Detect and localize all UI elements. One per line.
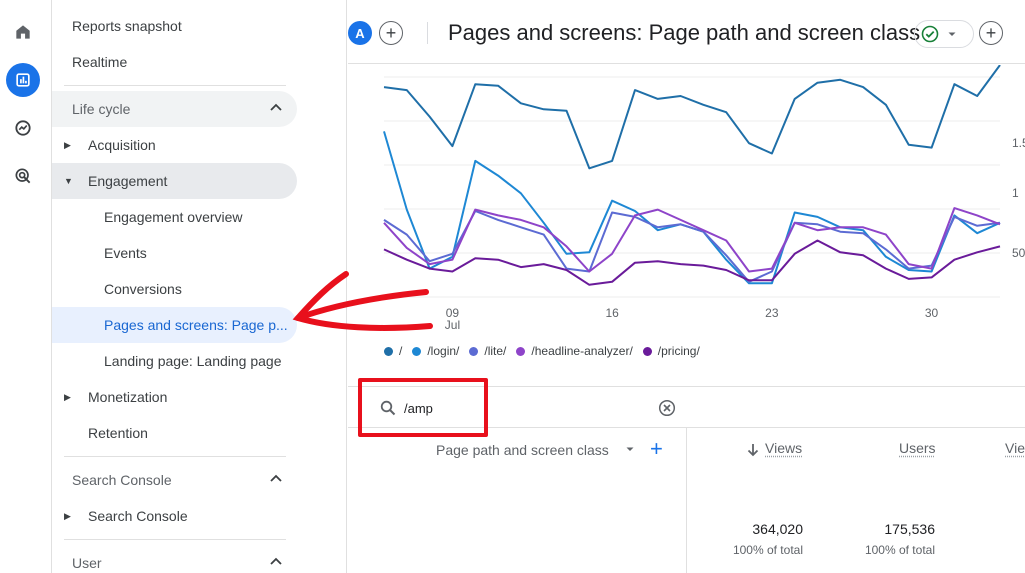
- legend-dot: [516, 347, 525, 356]
- nav-landing-page[interactable]: Landing page: Landing page: [52, 343, 297, 379]
- caret-right-icon: ▶: [64, 392, 71, 403]
- line-chart: 09162330Jul1.5150: [348, 65, 1025, 385]
- nav-engagement[interactable]: ▼ Engagement: [52, 163, 297, 199]
- nav-events[interactable]: Events: [52, 235, 297, 271]
- legend-label: /headline-analyzer/: [531, 344, 632, 358]
- nav-pages-and-screens[interactable]: Pages and screens: Page p...: [52, 307, 297, 343]
- y-tick-label: 50: [1012, 246, 1025, 260]
- section-user-title: User: [72, 555, 102, 571]
- series-line-3: [384, 208, 1000, 271]
- legend-label: /lite/: [484, 344, 506, 358]
- section-search-console[interactable]: Search Console: [52, 462, 297, 498]
- add-comparison-button[interactable]: +: [379, 21, 403, 45]
- nav-monetization-label: Monetization: [88, 389, 167, 405]
- data-quality-chip[interactable]: [914, 20, 974, 48]
- x-tick-label: 23: [765, 306, 779, 320]
- users-column-header[interactable]: Users: [899, 440, 936, 456]
- dropdown-arrow-icon: [947, 29, 957, 39]
- series-line-1: [384, 131, 1000, 283]
- dimension-column-header[interactable]: Page path and screen class: [436, 442, 609, 458]
- views-total-percent: 100% of total: [703, 543, 803, 557]
- nav-conversions[interactable]: Conversions: [52, 271, 297, 307]
- nav-divider: [64, 539, 286, 540]
- data-table: Page path and screen class + Views Users…: [348, 428, 1025, 573]
- check-circle-icon: [921, 25, 939, 43]
- nav-reports-snapshot[interactable]: Reports snapshot: [52, 8, 297, 44]
- section-lifecycle-title: Life cycle: [72, 101, 130, 117]
- chart-legend: / /login/ /lite/ /headline-analyzer/ /pr…: [384, 344, 700, 358]
- chevron-up-icon: [269, 472, 283, 486]
- x-month-label: Jul: [445, 318, 460, 332]
- nav-acquisition-label: Acquisition: [88, 137, 156, 153]
- section-lifecycle[interactable]: Life cycle: [52, 91, 297, 127]
- legend-item[interactable]: /headline-analyzer/: [516, 344, 632, 358]
- section-search-console-title: Search Console: [72, 472, 172, 488]
- chevron-up-icon: [269, 555, 283, 569]
- nav-search-console[interactable]: ▶ Search Console: [52, 498, 297, 534]
- views-total: 364,020: [703, 521, 803, 537]
- legend-item[interactable]: /pricing/: [643, 344, 700, 358]
- nav-divider: [64, 85, 286, 86]
- add-dimension-button[interactable]: +: [650, 438, 663, 460]
- caret-right-icon: ▶: [64, 140, 71, 151]
- clear-search-icon[interactable]: [658, 399, 676, 417]
- legend-label: /pricing/: [658, 344, 700, 358]
- y-tick-label: 1: [1012, 186, 1019, 200]
- reports-icon[interactable]: [6, 63, 40, 97]
- report-header: A + Pages and screens: Page path and scr…: [348, 0, 1025, 64]
- nav-acquisition[interactable]: ▶ Acquisition: [52, 127, 297, 163]
- series-line-2: [384, 211, 1000, 282]
- users-total-percent: 100% of total: [835, 543, 935, 557]
- nav-engagement-label: Engagement: [88, 173, 167, 189]
- advertising-icon[interactable]: [6, 159, 40, 193]
- legend-label: /: [399, 344, 402, 358]
- plus-icon: +: [386, 24, 397, 42]
- plus-icon: +: [986, 24, 997, 42]
- nav-search-console-label: Search Console: [88, 508, 188, 524]
- legend-dot: [384, 347, 393, 356]
- report-navigation: Reports snapshot Realtime Life cycle ▶ A…: [51, 0, 347, 573]
- column-divider: [686, 428, 687, 573]
- nav-divider: [64, 456, 286, 457]
- caret-right-icon: ▶: [64, 511, 71, 522]
- left-rail: [0, 0, 47, 573]
- arrow-down-icon[interactable]: [747, 443, 759, 457]
- users-total: 175,536: [835, 521, 935, 537]
- explore-icon[interactable]: [6, 111, 40, 145]
- third-column-header[interactable]: Vie: [1005, 440, 1025, 456]
- nav-engagement-overview[interactable]: Engagement overview: [52, 199, 297, 235]
- dropdown-arrow-icon[interactable]: [625, 444, 635, 454]
- legend-item[interactable]: /: [384, 344, 402, 358]
- nav-realtime[interactable]: Realtime: [52, 44, 297, 80]
- legend-dot: [643, 347, 652, 356]
- header-divider: [427, 22, 428, 44]
- legend-item[interactable]: /login/: [412, 344, 459, 358]
- legend-dot: [412, 347, 421, 356]
- nav-monetization[interactable]: ▶ Monetization: [52, 379, 297, 415]
- legend-item[interactable]: /lite/: [469, 344, 506, 358]
- caret-down-icon: ▼: [64, 176, 73, 186]
- x-tick-label: 16: [605, 306, 619, 320]
- customize-report-button[interactable]: +: [979, 21, 1003, 45]
- chevron-up-icon: [269, 101, 283, 115]
- home-icon[interactable]: [6, 15, 40, 49]
- legend-label: /login/: [427, 344, 459, 358]
- section-user[interactable]: User: [52, 545, 297, 573]
- nav-retention[interactable]: Retention: [52, 415, 297, 451]
- highlight-box: [358, 378, 488, 437]
- views-column-header[interactable]: Views: [765, 440, 802, 456]
- comparison-avatar[interactable]: A: [348, 21, 372, 45]
- legend-dot: [469, 347, 478, 356]
- page-title: Pages and screens: Page path and screen …: [448, 20, 920, 46]
- y-tick-label: 1.5: [1012, 136, 1025, 150]
- x-tick-label: 30: [925, 306, 939, 320]
- series-line-0: [384, 65, 1000, 168]
